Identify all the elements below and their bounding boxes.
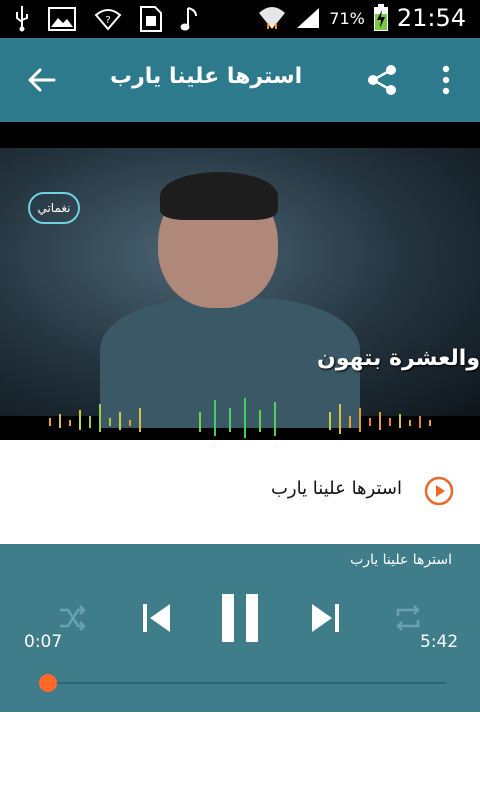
seek-thumb[interactable] <box>39 674 58 692</box>
music-player: استرها علينا يارب 0:07 5:42 <box>0 544 480 712</box>
now-playing-title: استرها علينا يارب <box>350 552 452 568</box>
person-hair <box>160 172 278 220</box>
track-title: استرها علينا يارب <box>270 478 402 499</box>
battery-charging-icon <box>373 4 388 31</box>
seek-bar[interactable] <box>40 682 446 684</box>
music-note-icon <box>180 7 197 31</box>
wifi-question-icon: ? <box>94 9 122 31</box>
notification-icons: ? <box>14 6 198 32</box>
image-icon <box>48 7 76 31</box>
back-arrow-icon[interactable] <box>26 64 58 96</box>
wifi-icon <box>259 7 286 29</box>
previous-icon[interactable] <box>140 598 174 638</box>
svg-text:?: ? <box>105 15 110 26</box>
sim-card-icon <box>140 6 162 32</box>
share-icon[interactable] <box>364 62 400 98</box>
empty-area <box>0 712 480 800</box>
repeat-icon[interactable] <box>392 602 424 634</box>
app-bar: استرها علينا يارب <box>0 38 480 122</box>
track-list-item[interactable]: استرها علينا يارب <box>0 440 480 544</box>
total-time: 5:42 <box>420 632 459 652</box>
audio-visualizer <box>49 398 431 438</box>
video-frame: نغماتي والعشرة بتهون <box>0 148 480 438</box>
status-bar: ? 71% 21:54 <box>0 0 480 38</box>
video-thumbnail[interactable]: نغماتي والعشرة بتهون <box>0 122 480 440</box>
channel-logo: نغماتي <box>28 192 80 224</box>
next-icon[interactable] <box>308 598 342 638</box>
system-indicators: 71% 21:54 <box>257 4 466 32</box>
play-circle-icon[interactable] <box>424 476 454 506</box>
video-caption: والعشرة بتهون <box>317 346 480 371</box>
signal-icon <box>297 8 320 28</box>
usb-icon <box>16 6 28 32</box>
shuffle-icon[interactable] <box>56 602 88 634</box>
elapsed-time: 0:07 <box>24 632 63 652</box>
battery-percent: 71% <box>329 8 365 28</box>
app-bar-title: استرها علينا يارب <box>110 64 303 89</box>
clock: 21:54 <box>396 4 466 32</box>
more-vert-icon[interactable] <box>432 62 460 98</box>
pause-icon[interactable] <box>220 592 260 644</box>
